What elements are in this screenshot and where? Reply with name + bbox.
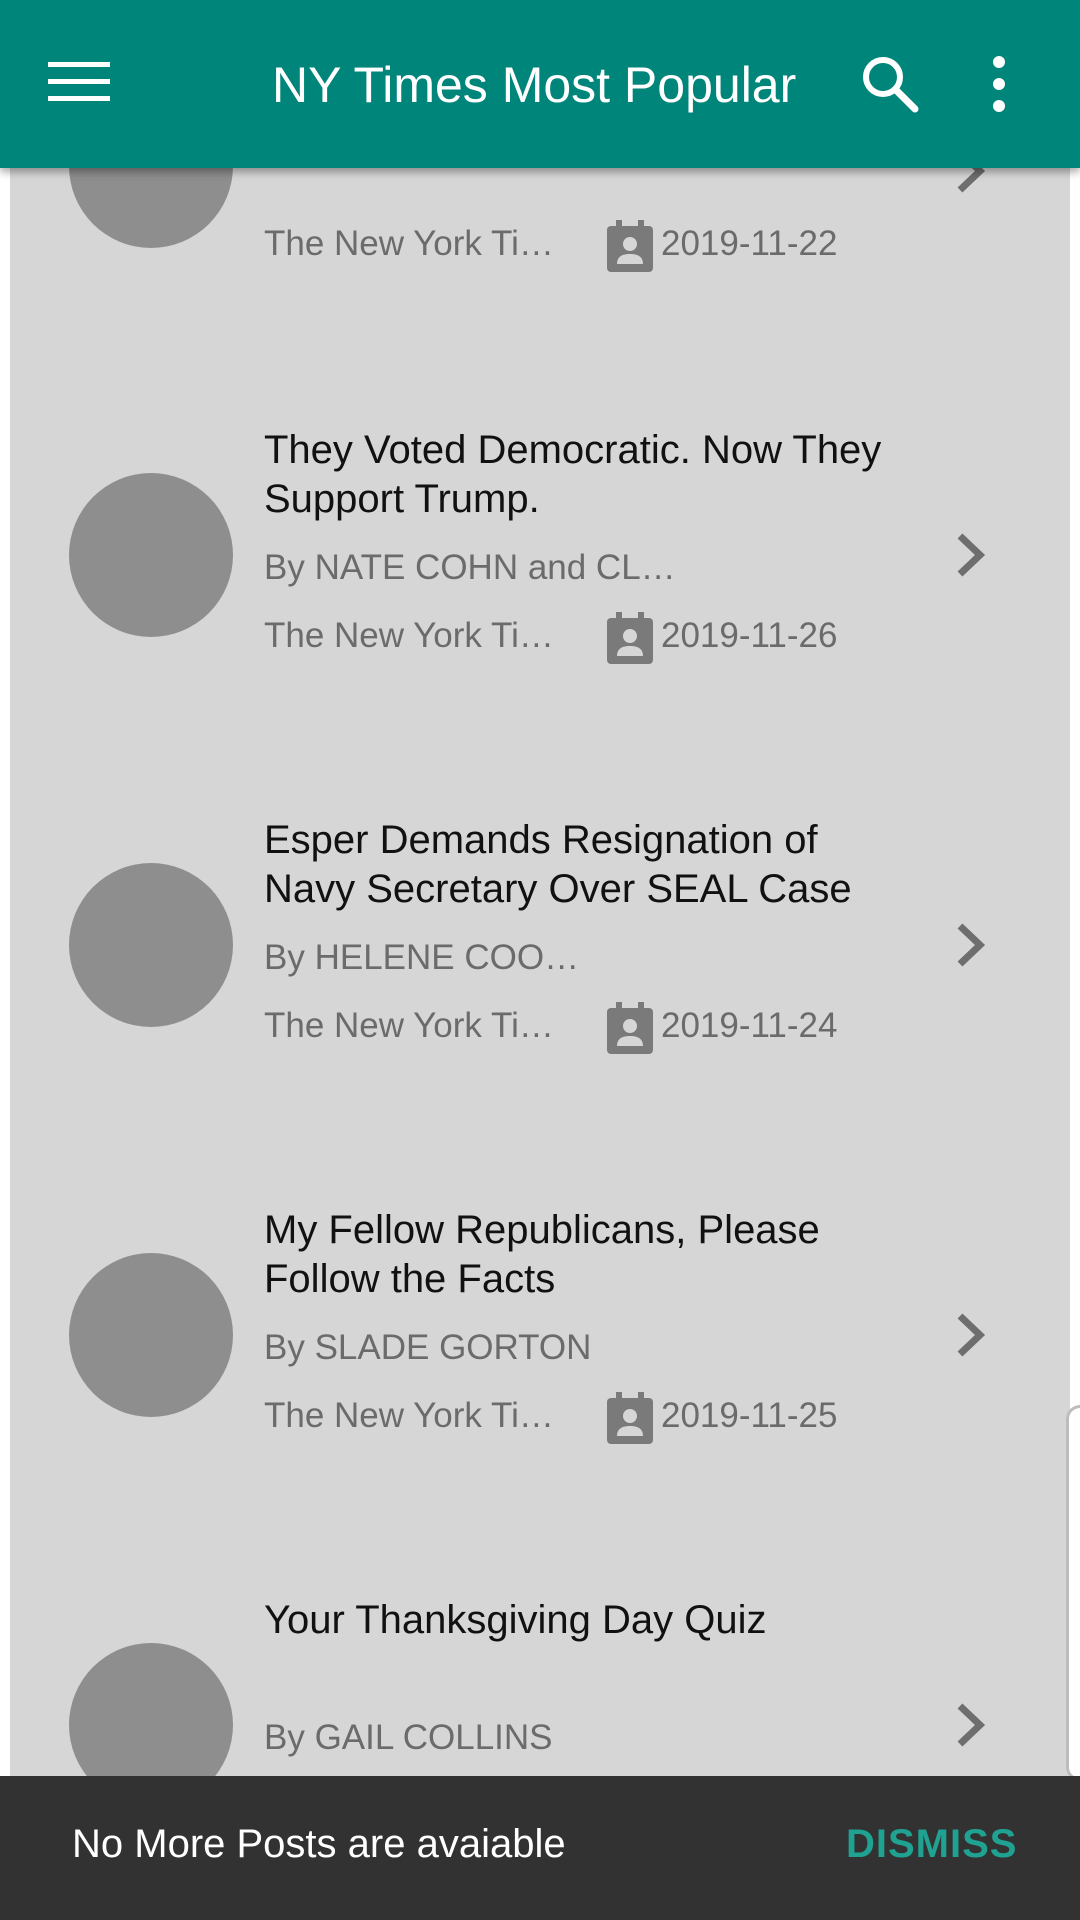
list-item[interactable]: They Voted Democratic. Now They Support … (10, 390, 1070, 780)
article-byline: By SLADE GORTON (264, 1328, 592, 1367)
article-list[interactable]: The New York Ti… 2019-11-22 They Voted D… (10, 0, 1070, 1920)
article-thumbnail (69, 863, 233, 1027)
article-date: 2019-11-22 (661, 224, 838, 263)
article-byline: By GAIL COLLINS (264, 1718, 553, 1757)
article-title: My Fellow Republicans, Please Follow the… (264, 1208, 820, 1301)
article-title: Esper Demands Resignation of Navy Secret… (264, 818, 852, 911)
article-date: 2019-11-24 (661, 1006, 838, 1045)
chevron-right-icon[interactable] (950, 1700, 990, 1750)
article-source: The New York Ti… (264, 616, 554, 655)
page-title: NY Times Most Popular (272, 57, 797, 113)
calendar-person-icon (607, 612, 653, 664)
dismiss-button[interactable]: DISMISS (846, 1822, 1017, 1867)
article-byline: By NATE COHN and CL… (264, 548, 676, 587)
snackbar-message: No More Posts are avaiable (72, 1822, 566, 1866)
article-thumbnail (69, 473, 233, 637)
snackbar: No More Posts are avaiable DISMISS (0, 1776, 1080, 1920)
article-date: 2019-11-25 (661, 1396, 838, 1435)
article-source: The New York Ti… (264, 224, 554, 263)
article-title: Your Thanksgiving Day Quiz (264, 1598, 767, 1642)
calendar-person-icon (607, 1002, 653, 1054)
chevron-right-icon[interactable] (950, 920, 990, 970)
article-source: The New York Ti… (264, 1006, 554, 1045)
article-date: 2019-11-26 (661, 616, 838, 655)
chevron-right-icon[interactable] (950, 530, 990, 580)
screen: The New York Ti… 2019-11-22 They Voted D… (0, 0, 1080, 1920)
scrollbar-handle[interactable] (1066, 1405, 1080, 1781)
more-vert-icon[interactable] (984, 54, 1014, 114)
list-item[interactable]: Esper Demands Resignation of Navy Secret… (10, 780, 1070, 1170)
chevron-right-icon[interactable] (950, 1310, 990, 1360)
article-thumbnail (69, 1253, 233, 1417)
search-icon[interactable] (860, 54, 920, 114)
list-item[interactable]: My Fellow Republicans, Please Follow the… (10, 1170, 1070, 1560)
app-bar: NY Times Most Popular (0, 0, 1080, 168)
article-byline: By HELENE COO… (264, 938, 580, 977)
article-source: The New York Ti… (264, 1396, 554, 1435)
hamburger-menu-icon[interactable] (48, 60, 112, 104)
calendar-person-icon (607, 220, 653, 272)
article-title: They Voted Democratic. Now They Support … (264, 428, 882, 521)
calendar-person-icon (607, 1392, 653, 1444)
